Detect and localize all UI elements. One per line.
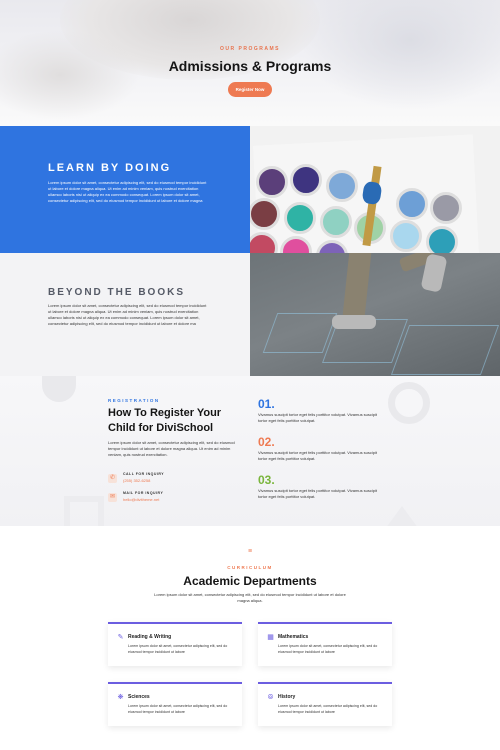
contact-label: CALL FOR INQUIRY — [123, 472, 165, 476]
chalk-line — [390, 325, 500, 375]
card-text: Lorem ipsum dolor sit amet, consectetur … — [128, 704, 228, 714]
step-text: Vivamus suscipit tortor eget felis portt… — [258, 412, 378, 423]
card-text: Lorem ipsum dolor sit amet, consectetur … — [278, 704, 378, 714]
child-shoe — [332, 315, 376, 329]
hopscotch-image — [250, 253, 500, 376]
departments-text: Lorem ipsum dolor sit amet, consectetur … — [154, 592, 346, 603]
register-now-button[interactable]: Register Now — [228, 82, 272, 97]
registration-section — [0, 376, 500, 526]
paint-cell — [390, 220, 422, 252]
compass-icon: ⦾ — [267, 694, 274, 701]
paint-cell — [320, 206, 352, 238]
beyond-the-books-title: BEYOND THE BOOKS — [48, 287, 186, 298]
email-link[interactable]: hello@divitheme.net — [123, 497, 159, 502]
step-item: 03. Vivamus suscipit tortor eget felis p… — [258, 474, 378, 500]
step-text: Vivamus suscipit tortor eget felis portt… — [258, 488, 378, 499]
step-number: 01. — [258, 397, 275, 411]
step-item: 02. Vivamus suscipit tortor eget felis p… — [258, 436, 378, 462]
department-card-mathematics[interactable]: ▦ Mathematics Lorem ipsum dolor sit amet… — [258, 622, 392, 666]
book-pen-icon: ✎ — [117, 634, 124, 641]
paint-cell — [430, 192, 462, 224]
chalk-line — [262, 313, 338, 353]
atom-icon: ❋ — [117, 694, 124, 701]
department-card-reading-writing[interactable]: ✎ Reading & Writing Lorem ipsum dolor si… — [108, 622, 242, 666]
step-number: 02. — [258, 435, 275, 449]
department-card-sciences[interactable]: ❋ Sciences Lorem ipsum dolor sit amet, c… — [108, 682, 242, 726]
step-text: Vivamus suscipit tortor eget felis portt… — [258, 450, 378, 461]
departments-title: Academic Departments — [183, 574, 317, 588]
page-title: Admissions & Programs — [168, 58, 332, 74]
decorative-square — [64, 496, 104, 526]
calculator-icon: ▦ — [267, 634, 274, 641]
card-text: Lorem ipsum dolor sit amet, consectetur … — [128, 644, 228, 654]
registration-kicker: REGISTRATION — [108, 398, 160, 403]
card-title: History — [278, 694, 296, 700]
hero-background-shade — [300, 0, 500, 110]
step-number: 03. — [258, 473, 275, 487]
registration-title: How To Register Your Child for DiviSchoo… — [108, 407, 222, 434]
department-card-history[interactable]: ⦾ History Lorem ipsum dolor sit amet, co… — [258, 682, 392, 726]
step-item: 01. Vivamus suscipit tortor eget felis p… — [258, 398, 378, 424]
learn-by-doing-title: LEARN BY DOING — [48, 162, 172, 174]
card-title: Mathematics — [278, 634, 309, 640]
phone-link[interactable]: (255) 352-6258 — [123, 478, 150, 483]
call-inquiry: ✆ CALL FOR INQUIRY (255) 352-6258 — [108, 472, 248, 486]
registration-text: Lorem ipsum dolor sit amet, consectetur … — [108, 440, 235, 457]
beyond-the-books-text: Lorem ipsum dolor sit amet, consectetur … — [48, 303, 207, 326]
learn-by-doing-text: Lorem ipsum dolor sit amet, consectetur … — [48, 180, 207, 203]
decorative-triangle — [380, 506, 424, 526]
paint-cell — [290, 164, 322, 196]
hero-kicker: OUR PROGRAMS — [220, 46, 280, 52]
phone-icon: ✆ — [108, 474, 117, 483]
mail-icon: ✉ — [108, 493, 117, 502]
card-title: Reading & Writing — [128, 634, 172, 640]
paint-cell — [284, 202, 316, 234]
decorative-ring — [388, 382, 430, 424]
curriculum-icon: ≡ — [247, 548, 253, 555]
decorative-circle — [42, 376, 76, 402]
child-leg — [342, 253, 372, 320]
card-text: Lorem ipsum dolor sit amet, consectetur … — [278, 644, 378, 654]
paint-cell — [396, 188, 428, 220]
card-title: Sciences — [128, 694, 150, 700]
paint-cell — [426, 226, 458, 253]
paint-cell — [326, 170, 358, 202]
departments-kicker: CURRICULUM — [227, 565, 273, 570]
contact-label: MAIL FOR INQUIRY — [123, 491, 164, 495]
watercolor-paint-image — [250, 126, 500, 253]
paint-cell — [256, 166, 288, 198]
mail-inquiry: ✉ MAIL FOR INQUIRY hello@divitheme.net — [108, 491, 248, 505]
